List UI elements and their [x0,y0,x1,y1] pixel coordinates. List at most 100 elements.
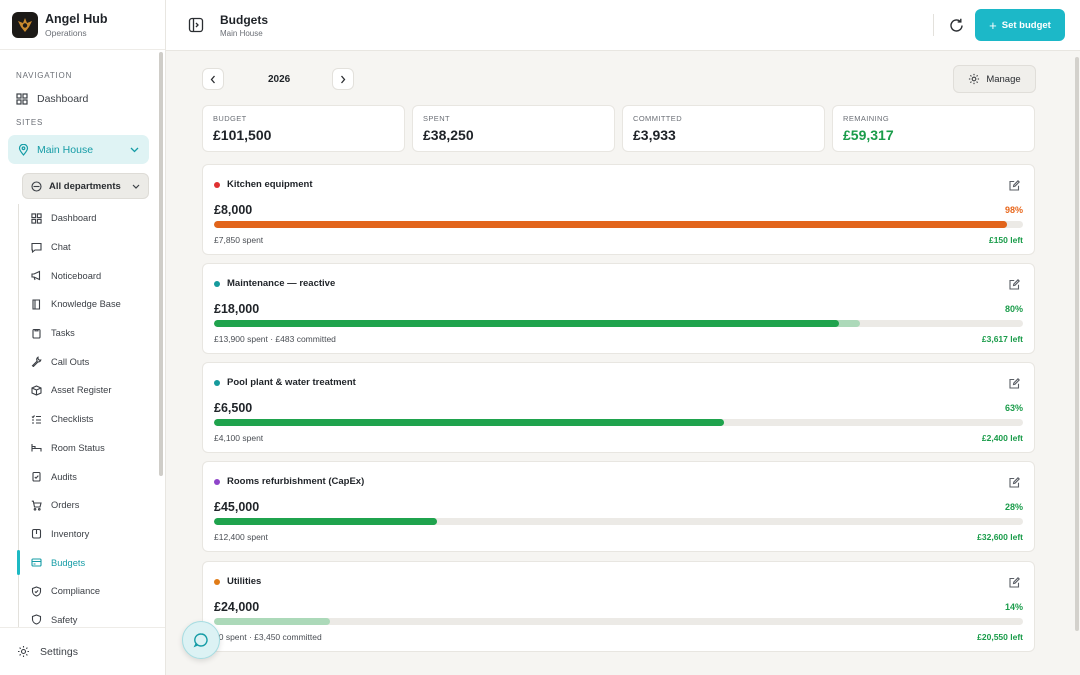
next-year-button[interactable] [332,68,355,90]
box-icon [31,385,42,396]
category-dot [214,379,220,386]
wallet-icon [31,558,42,567]
sidebar-toggle-button[interactable] [188,17,204,33]
budget-card[interactable]: Maintenance — reactive £18,000 80% £13,9… [202,263,1035,354]
prev-year-button[interactable] [202,68,224,90]
edit-budget-button[interactable] [1009,178,1020,196]
budget-name-text: Maintenance — reactive [227,278,336,289]
clipboard-icon [32,328,41,339]
stat-value: £3,933 [633,127,676,143]
sidebar-item-dashboard[interactable]: Dashboard [0,88,165,110]
sidebar-item-label: Dashboard [51,213,97,224]
department-nav-tree: Dashboard Chat Noticeboard Knowledge Bas… [17,204,165,627]
sidebar-scrollbar[interactable] [159,52,163,476]
manage-button[interactable]: Manage [953,65,1036,93]
manage-label: Manage [986,73,1021,85]
sidebar-item-label: Noticeboard [51,270,102,281]
budget-percent: 63% [1004,403,1023,413]
budget-left-text: £32,600 left [977,532,1023,542]
chevron-down-icon [130,147,139,152]
budget-spent-text: £0 spent · £3,450 committed [214,632,322,642]
edit-budget-button[interactable] [1009,376,1020,394]
sidebar: Angel Hub Operations NAVIGATION Dashboar… [0,0,166,675]
budget-progress-track [214,518,1023,525]
sidebar-item-asset-register[interactable]: Asset Register [19,376,165,405]
category-dot [214,181,220,188]
sidebar-item-dashboard[interactable]: Dashboard [19,204,165,233]
sidebar-item-label: Call Outs [51,356,90,367]
chat-bubble-icon [193,633,208,648]
sidebar-item-knowledge-base[interactable]: Knowledge Base [19,290,165,319]
page-title: Budgets [220,12,268,27]
sidebar-item-label: Safety [51,614,78,625]
budget-name-text: Rooms refurbishment (CapEx) [227,476,365,487]
budget-name-text: Kitchen equipment [227,179,313,190]
sidebar-item-budgets[interactable]: Budgets [17,548,165,577]
sidebar-item-label: Room Status [51,442,105,453]
stat-card-spent: SPENT £38,250 [412,105,615,152]
shield-check-icon [31,614,42,626]
edit-budget-button[interactable] [1009,475,1020,493]
sidebar-item-label: Orders [51,500,80,511]
site-name: Main House [37,143,94,156]
sidebar-item-orders[interactable]: Orders [19,491,165,520]
sidebar-item-chat[interactable]: Chat [19,233,165,262]
set-budget-label: Set budget [1001,19,1051,31]
app-logo [12,11,38,38]
sites-section-label: SITES [16,118,44,127]
brand[interactable]: Angel Hub Operations [0,0,165,50]
main-scrollbar[interactable] [1075,57,1079,631]
year-toolbar: 2026 Manage [202,65,1036,93]
budget-name-text: Utilities [227,576,262,587]
sidebar-item-label: Inventory [51,528,90,539]
wrench-icon [31,356,42,368]
sidebar-item-label: Asset Register [51,385,112,396]
budget-progress-track [214,221,1023,228]
budget-amount: £18,000 [214,302,260,316]
department-selector[interactable]: All departments [22,173,149,199]
sidebar-item-call-outs[interactable]: Call Outs [19,347,165,376]
sidebar-item-tasks[interactable]: Tasks [19,319,165,348]
budget-amount: £24,000 [214,600,260,614]
sidebar-item-room-status[interactable]: Room Status [19,434,165,463]
sidebar-item-label: Audits [51,471,77,482]
sidebar-item-label: Knowledge Base [51,299,121,310]
budget-card[interactable]: Kitchen equipment £8,000 98% £7,850 spen… [202,164,1035,255]
sidebar-item-inventory[interactable]: Inventory [19,520,165,549]
budget-progress-track [214,320,1023,327]
spent-fill [214,518,438,525]
refresh-icon [950,18,963,32]
stat-card-committed: COMMITTED £3,933 [622,105,825,152]
sidebar-item-noticeboard[interactable]: Noticeboard [19,261,165,290]
spent-fill [214,419,724,426]
stat-label: SPENT [423,114,451,123]
budget-card[interactable]: Pool plant & water treatment £6,500 63% … [202,362,1035,453]
sidebar-item-safety[interactable]: Safety [19,606,165,627]
stat-label: BUDGET [213,114,247,123]
budget-name: Pool plant & water treatment [214,377,356,388]
sidebar-item-compliance[interactable]: Compliance [19,577,165,606]
chevron-down-icon [132,184,140,189]
chat-fab-button[interactable] [182,621,220,659]
panel-left-icon [188,17,204,33]
edit-budget-button[interactable] [1009,277,1020,295]
stat-label: COMMITTED [633,114,683,123]
sidebar-item-audits[interactable]: Audits [19,462,165,491]
sidebar-item-checklists[interactable]: Checklists [19,405,165,434]
refresh-button[interactable] [948,17,965,34]
budget-card[interactable]: Utilities £24,000 14% £0 spent · £3,450 … [202,561,1035,652]
budget-spent-text: £4,100 spent [214,433,264,443]
map-pin-icon [18,143,29,156]
grid-icon [16,93,28,105]
year-label: 2026 [268,73,291,85]
site-selector[interactable]: Main House [8,135,149,164]
chevron-right-icon [341,75,346,83]
sidebar-item-label: Budgets [51,557,86,568]
sidebar-item-label: Compliance [51,586,101,597]
edit-icon [1009,477,1020,488]
settings-link[interactable]: Settings [0,627,165,675]
set-budget-button[interactable]: + Set budget [975,9,1065,41]
nav-section-label: NAVIGATION [16,71,73,80]
edit-budget-button[interactable] [1009,575,1020,593]
budget-card[interactable]: Rooms refurbishment (CapEx) £45,000 28% … [202,461,1035,552]
